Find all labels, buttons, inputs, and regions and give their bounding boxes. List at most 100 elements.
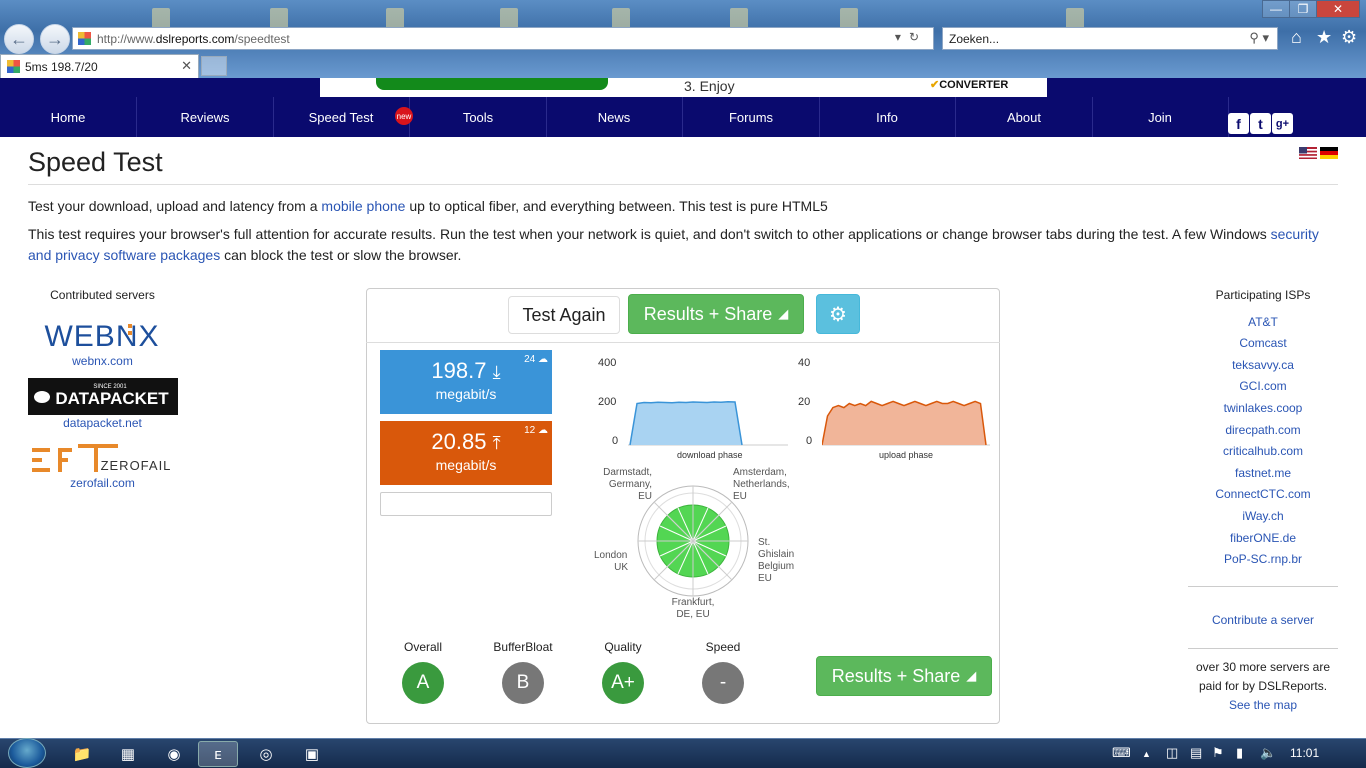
isp-link[interactable]: iWay.ch (1188, 509, 1338, 523)
svg-text:DATAPACKET: DATAPACKET (55, 389, 169, 408)
download-streams: 24 ☁ (524, 354, 548, 365)
grade-speed[interactable]: - (702, 662, 744, 704)
settings-button[interactable]: ⚙ (816, 294, 860, 334)
zerofail-logo[interactable]: ZEROFAIL (28, 442, 178, 476)
new-badge: new (395, 107, 413, 125)
results-share-bottom-button[interactable]: Results + Share ◢ (816, 656, 992, 696)
isp-link[interactable]: fiberONE.de (1188, 531, 1338, 545)
search-icon[interactable]: ⚲ ▾ (1249, 30, 1269, 46)
datapacket-logo[interactable]: SINCE 2001 DATAPACKET (28, 378, 178, 415)
zerofail-link[interactable]: zerofail.com (28, 476, 177, 490)
volume-tray-icon[interactable]: 🔈 (1260, 745, 1276, 761)
isp-link[interactable]: criticalhub.com (1188, 444, 1338, 458)
datapacket-link[interactable]: datapacket.net (28, 416, 177, 430)
upload-chart (822, 400, 990, 446)
webnx-logo[interactable]: WEBNX (28, 318, 177, 354)
nav-tools[interactable]: Tools (410, 97, 547, 137)
minimize-button[interactable]: — (1262, 0, 1290, 18)
isp-link[interactable]: Comcast (1188, 336, 1338, 350)
url-domain: dslreports.com (155, 31, 235, 46)
ul-tick-min: 0 (806, 435, 813, 447)
twitter-icon[interactable]: t (1250, 113, 1271, 134)
back-button[interactable]: ← (4, 24, 34, 54)
window-taskbar-icon[interactable]: ▣ (292, 741, 332, 767)
folder-tray-icon[interactable]: ▤ (1190, 745, 1202, 761)
download-icon: ⤓ (492, 362, 501, 382)
nav-forums[interactable]: Forums (683, 97, 820, 137)
google-plus-icon[interactable]: g+ (1272, 113, 1293, 134)
chrome-taskbar-icon[interactable]: ◎ (246, 741, 286, 767)
grade-bufferbloat[interactable]: B (502, 662, 544, 704)
see-map-link[interactable]: See the map (1229, 698, 1297, 712)
maximize-button[interactable]: ❐ (1289, 0, 1317, 18)
explorer-taskbar-icon[interactable]: 📁 (62, 741, 102, 767)
chart-area (822, 401, 986, 445)
nav-home[interactable]: Home (0, 97, 137, 137)
isp-link[interactable]: teksavvy.ca (1188, 358, 1338, 372)
favicon-icon (7, 60, 20, 73)
start-button[interactable] (8, 738, 46, 768)
radar-label-amsterdam: Amsterdam, Netherlands, EU (733, 467, 790, 502)
firefox-taskbar-icon[interactable]: ◉ (154, 741, 194, 767)
keyboard-tray-icon[interactable]: ⌨ (1112, 745, 1131, 761)
home-icon[interactable]: ⌂ (1291, 27, 1302, 48)
flag-tray-icon[interactable]: ⚑ (1212, 745, 1224, 761)
title-divider (28, 184, 1338, 185)
address-bar[interactable]: http://www. dslreports.com/speedtest ▾↻ (72, 27, 934, 50)
us-flag-icon[interactable] (1299, 147, 1317, 159)
mobile-phone-link[interactable]: mobile phone (321, 198, 405, 214)
ad-banner[interactable]: 3. Enjoy ✔CONVERTER (320, 78, 1047, 97)
facebook-icon[interactable]: f (1228, 113, 1249, 134)
de-flag-icon[interactable] (1320, 147, 1338, 159)
test-again-button[interactable]: Test Again (508, 296, 620, 334)
more-servers-text: over 30 more servers are paid for by DSL… (1195, 660, 1331, 712)
nav-about[interactable]: About (956, 97, 1093, 137)
webnx-link[interactable]: webnx.com (28, 354, 177, 368)
nav-news[interactable]: News (546, 97, 683, 137)
page-title: Speed Test (28, 147, 163, 177)
star-icon[interactable]: ★ (1316, 27, 1332, 48)
monitor-tray-icon[interactable]: ◫ (1166, 745, 1178, 761)
intro-text: Test your download, upload and latency f… (28, 198, 828, 214)
ad-button[interactable] (376, 78, 608, 90)
control-panel-taskbar-icon[interactable]: ▦ (108, 741, 148, 767)
ad-logo: ✔CONVERTER (930, 79, 1009, 91)
grade-overall[interactable]: A (402, 662, 444, 704)
svg-text:WEBNX: WEBNX (44, 320, 159, 353)
nav-speed-test[interactable]: Speed Test (273, 97, 410, 137)
grade-quality[interactable]: A+ (602, 662, 644, 704)
upload-unit: megabit/s (435, 457, 497, 473)
nav-reviews[interactable]: Reviews (137, 97, 274, 137)
power-tray-icon[interactable]: ▮ (1236, 745, 1243, 761)
url-path: /speedtest (234, 31, 290, 46)
download-phase-label: download phase (677, 450, 743, 460)
isp-link[interactable]: AT&T (1188, 315, 1338, 329)
nav-info[interactable]: Info (819, 97, 956, 137)
results-share-label: Results + Share (643, 303, 773, 324)
isp-link[interactable]: PoP-SC.rnp.br (1188, 552, 1338, 566)
search-input[interactable]: Zoeken... ⚲ ▾ (942, 27, 1278, 50)
isp-link[interactable]: twinlakes.coop (1188, 401, 1338, 415)
ie-taskbar-icon[interactable]: ᴇ (198, 741, 238, 767)
grade-label-quality: Quality (604, 640, 642, 654)
contribute-server-link[interactable]: Contribute a server (1188, 613, 1338, 627)
isp-link[interactable]: fastnet.me (1188, 466, 1338, 480)
isp-link[interactable]: ConnectCTC.com (1188, 487, 1338, 501)
isp-link[interactable]: direcpath.com (1188, 423, 1338, 437)
gear-icon[interactable]: ⚙ (1341, 27, 1357, 48)
url-prefix: http://www. (97, 31, 156, 46)
browser-tab[interactable]: 5ms 198.7/20 ✕ (0, 54, 199, 78)
grade-label-speed: Speed (705, 640, 741, 654)
close-window-button[interactable]: ✕ (1316, 0, 1360, 18)
isp-link[interactable]: GCI.com (1188, 379, 1338, 393)
dl-tick-mid: 200 (598, 396, 617, 408)
close-tab-icon[interactable]: ✕ (181, 58, 192, 74)
tray-expand-icon[interactable]: ▲ (1142, 749, 1151, 759)
clock[interactable]: 11:01 (1290, 746, 1319, 760)
refresh-icon[interactable]: ▾↻ (895, 30, 927, 44)
results-share-button[interactable]: Results + Share ◢ (628, 294, 804, 334)
nav-join[interactable]: Join (1092, 97, 1229, 137)
new-tab-button[interactable] (201, 56, 227, 76)
forward-button[interactable]: → (40, 24, 70, 54)
isp-divider (1188, 648, 1338, 649)
